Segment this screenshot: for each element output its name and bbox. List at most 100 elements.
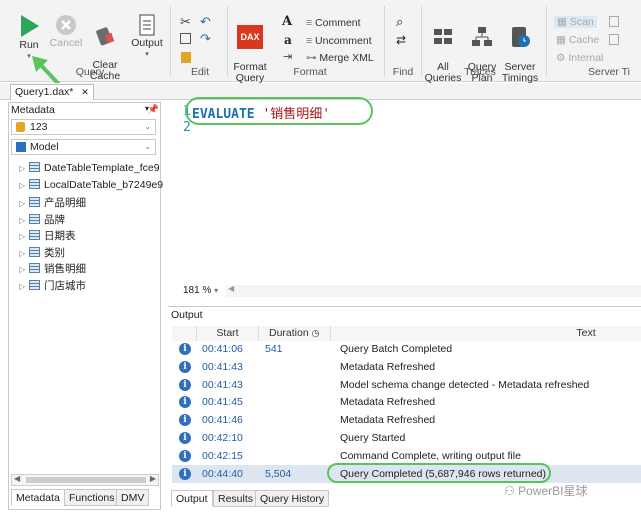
replace-icon[interactable]: ⇄ bbox=[396, 33, 406, 47]
run-label: Run bbox=[19, 39, 39, 51]
tab-results[interactable]: Results bbox=[213, 490, 259, 507]
expand-arrow-icon[interactable]: ▷ bbox=[19, 164, 29, 173]
column-text-label: Text bbox=[576, 327, 596, 339]
row-text: Query Batch Completed bbox=[340, 343, 453, 355]
row-text: Model schema change detected - Metadata … bbox=[340, 378, 590, 391]
output-row[interactable]: i 00:41:43 Metadata Refreshed bbox=[172, 358, 641, 376]
comment-icon: ≡ bbox=[306, 17, 316, 29]
expand-arrow-icon[interactable]: ▷ bbox=[19, 265, 29, 274]
scan-toggle[interactable]: ▦ Scan bbox=[554, 16, 597, 28]
edit-group-label: Edit bbox=[190, 66, 210, 78]
document-tab-label: Query1.dax* bbox=[15, 86, 74, 98]
expand-arrow-icon[interactable]: ▷ bbox=[19, 249, 29, 258]
column-text[interactable]: Text bbox=[331, 326, 641, 341]
document-tab[interactable]: Query1.dax* ✕ bbox=[10, 84, 94, 100]
tab-dmv[interactable]: DMV bbox=[116, 489, 150, 506]
find-icon[interactable]: ⌕ bbox=[396, 14, 403, 30]
row-start: 00:41:45 bbox=[202, 396, 243, 409]
table-icon bbox=[29, 213, 40, 224]
tree-item-table[interactable]: ▷ 销售明细 bbox=[19, 261, 86, 276]
tree-item-table[interactable]: ▷ 品牌 bbox=[19, 212, 65, 227]
paste-icon[interactable] bbox=[181, 52, 191, 63]
tab-output[interactable]: Output bbox=[171, 490, 213, 507]
undo-icon[interactable]: ↶ bbox=[200, 14, 211, 30]
database-icon bbox=[16, 122, 25, 132]
internal-toggle[interactable]: ⚙ Internal bbox=[556, 52, 603, 64]
info-icon: i bbox=[179, 414, 191, 427]
expand-arrow-icon[interactable]: ▷ bbox=[19, 181, 29, 190]
expand-arrow-icon[interactable]: ▷ bbox=[19, 199, 29, 208]
expand-arrow-icon[interactable]: ▷ bbox=[19, 282, 29, 291]
ribbon-separator bbox=[421, 6, 422, 76]
batch-toggle-icon[interactable] bbox=[609, 16, 619, 27]
database-select[interactable]: 123 ⌄ bbox=[11, 119, 156, 135]
ribbon-separator bbox=[170, 6, 171, 76]
merge-xml-button[interactable]: ⊶ Merge XML bbox=[306, 52, 374, 64]
tab-query-history[interactable]: Query History bbox=[255, 490, 330, 507]
wechat-icon: ⚇ bbox=[504, 484, 519, 498]
info-icon: i bbox=[179, 360, 191, 373]
copy-icon[interactable] bbox=[180, 33, 191, 44]
redo-icon[interactable]: ↷ bbox=[200, 31, 211, 47]
output-row[interactable]: i 00:41:43 Model schema change detected - … bbox=[172, 376, 641, 394]
tree-item-label: 销售明细 bbox=[44, 263, 86, 275]
lowercase-icon[interactable]: a bbox=[284, 33, 292, 47]
column-start[interactable]: Start bbox=[197, 326, 259, 341]
tree-item-table[interactable]: ▷ DateTableTemplate_fce9 bbox=[19, 162, 160, 174]
tab-metadata[interactable]: Metadata bbox=[11, 489, 65, 506]
tree-item-table[interactable]: ▷ LocalDateTable_b7249e9 bbox=[19, 178, 164, 191]
scroll-left-icon[interactable]: ◀ bbox=[228, 284, 234, 293]
output-dropdown-icon[interactable]: ▾ bbox=[128, 49, 166, 60]
metadata-header: Metadata ▾ 📌 bbox=[11, 104, 159, 116]
row-text: Metadata Refreshed bbox=[340, 396, 436, 409]
tab-functions[interactable]: Functions bbox=[64, 489, 120, 506]
find-group-label: Find bbox=[392, 66, 414, 78]
uncomment-button[interactable]: ≡ Uncomment bbox=[306, 35, 372, 47]
comment-button[interactable]: ≡ Comment bbox=[306, 17, 361, 29]
query-editor[interactable] bbox=[168, 100, 641, 300]
highlight-annotation bbox=[327, 463, 551, 483]
output-row[interactable]: i 00:41:06 541 Query Batch Completed bbox=[172, 340, 641, 358]
row-start: 00:42:15 bbox=[202, 449, 243, 462]
editor-horizontal-scrollbar[interactable]: ◀ bbox=[226, 284, 641, 297]
expand-arrow-icon[interactable]: ▷ bbox=[19, 232, 29, 241]
tree-item-table[interactable]: ▷ 门店城市 bbox=[19, 278, 86, 293]
tree-item-table[interactable]: ▷ 产品明细 bbox=[19, 195, 86, 210]
cache-toggle[interactable]: ▦ Cache bbox=[556, 34, 599, 46]
watermark: ⚇ PowerBI星球 bbox=[504, 482, 587, 499]
tree-item-table[interactable]: ▷ 类别 bbox=[19, 245, 65, 260]
output-row[interactable]: i 00:41:45 Metadata Refreshed bbox=[172, 393, 641, 411]
metadata-horizontal-scrollbar[interactable]: ◀ ▶ bbox=[11, 474, 159, 486]
close-icon[interactable]: ✕ bbox=[81, 87, 89, 97]
ribbon-separator bbox=[546, 6, 547, 76]
format-group-label: Format bbox=[293, 66, 327, 78]
output-row[interactable]: i 00:42:10 Query Started bbox=[172, 429, 641, 447]
column-duration[interactable]: Duration ◷ bbox=[259, 326, 331, 341]
output-row[interactable]: i 00:41:46 Metadata Refreshed bbox=[172, 411, 641, 429]
internal-icon: ⚙ bbox=[556, 52, 569, 64]
zoom-select[interactable]: 181 % ▾ bbox=[183, 285, 218, 296]
traces-group-label: Traces bbox=[464, 66, 496, 78]
row-duration: 541 bbox=[265, 343, 283, 355]
tree-item-label: LocalDateTable_b7249e9 bbox=[44, 178, 164, 191]
format-query-button[interactable]: DAX Format Query bbox=[230, 14, 270, 84]
cut-icon[interactable]: ✂ bbox=[180, 14, 191, 30]
query-plan-icon bbox=[472, 27, 492, 46]
scroll-right-icon[interactable]: ▶ bbox=[150, 474, 156, 483]
row-text: Metadata Refreshed bbox=[340, 360, 436, 373]
model-select[interactable]: Model ⌄ bbox=[11, 139, 156, 155]
scrollbar-thumb[interactable] bbox=[26, 477, 146, 483]
server-timings-group-label: Server Ti bbox=[588, 66, 631, 78]
filter-toggle-icon[interactable] bbox=[609, 34, 619, 45]
info-icon: i bbox=[179, 432, 191, 444]
uppercase-icon[interactable]: A bbox=[282, 14, 292, 29]
pin-icon[interactable]: 📌 bbox=[148, 104, 159, 115]
tree-item-table[interactable]: ▷ 日期表 bbox=[19, 228, 76, 243]
highlight-annotation bbox=[185, 97, 373, 125]
indent-icon[interactable]: ⇥ bbox=[283, 50, 292, 63]
output-button[interactable]: Output ▾ bbox=[128, 14, 166, 60]
scroll-left-icon[interactable]: ◀ bbox=[14, 474, 20, 483]
cancel-button[interactable]: Cancel bbox=[48, 14, 84, 49]
output-label: Output bbox=[131, 37, 163, 49]
expand-arrow-icon[interactable]: ▷ bbox=[19, 216, 29, 225]
